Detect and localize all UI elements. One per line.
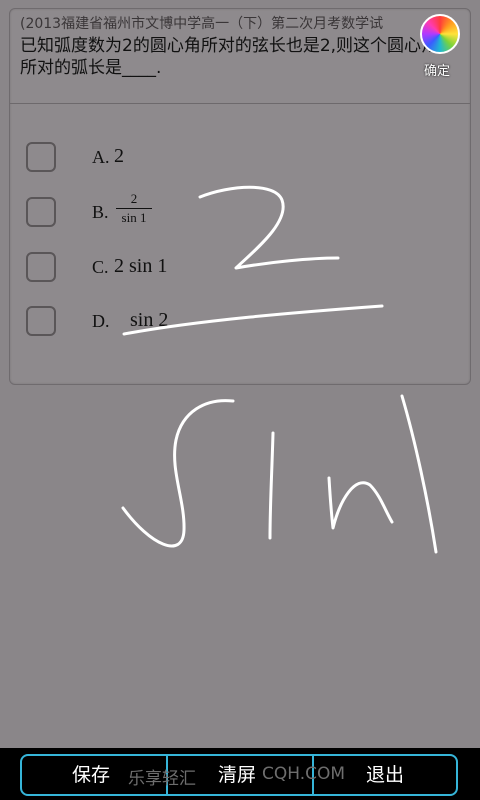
- ink-stroke-s: [121, 399, 235, 548]
- clear-button[interactable]: 清屏: [218, 760, 256, 787]
- bottom-toolbar: 乐享轻汇 CQH.COM 保存 清屏 退出: [0, 748, 480, 800]
- question-source: (2013福建省福州市文博中学高一（下）第二次月考数学试: [20, 16, 384, 32]
- ink-stroke-l: [400, 394, 438, 554]
- divider: [10, 103, 470, 104]
- option-b-letter: B.: [92, 202, 109, 222]
- option-d-letter: D.: [92, 311, 110, 331]
- option-b-fraction: 2 sin 1: [116, 191, 152, 226]
- option-b[interactable]: B. 2 sin 1: [26, 191, 326, 233]
- question-card: (2013福建省福州市文博中学高一（下）第二次月考数学试 已知弧度数为2的圆心角…: [9, 8, 471, 385]
- option-b-denominator: sin 1: [121, 210, 147, 225]
- option-a-value: 2: [114, 145, 124, 167]
- save-button[interactable]: 保存: [72, 760, 110, 787]
- ink-stroke-i: [268, 431, 275, 540]
- option-d-value: sin 2: [130, 309, 169, 331]
- option-b-numerator: 2: [130, 191, 138, 206]
- option-a[interactable]: A. 2: [26, 142, 326, 178]
- option-c-checkbox[interactable]: [26, 252, 56, 282]
- exit-button[interactable]: 退出: [366, 760, 404, 787]
- option-d[interactable]: D. sin 2: [26, 306, 326, 342]
- color-palette-icon[interactable]: [420, 14, 460, 54]
- option-b-checkbox[interactable]: [26, 197, 56, 227]
- confirm-button[interactable]: 确定: [424, 60, 450, 79]
- fraction-bar: [116, 208, 152, 209]
- option-d-checkbox[interactable]: [26, 306, 56, 336]
- question-text: 已知弧度数为2的圆心角所对的弦长也是2,则这个圆心角所对的弧长是____.: [20, 36, 439, 78]
- option-a-checkbox[interactable]: [26, 142, 56, 172]
- watermark-left: 乐享轻汇: [128, 769, 196, 789]
- option-a-letter: A.: [92, 147, 110, 167]
- option-c[interactable]: C. 2 sin 1: [26, 252, 326, 288]
- ink-stroke-n: [327, 476, 394, 530]
- watermark-right: CQH.COM: [262, 764, 346, 784]
- option-c-letter: C.: [92, 257, 109, 277]
- option-c-value: 2 sin 1: [114, 255, 168, 277]
